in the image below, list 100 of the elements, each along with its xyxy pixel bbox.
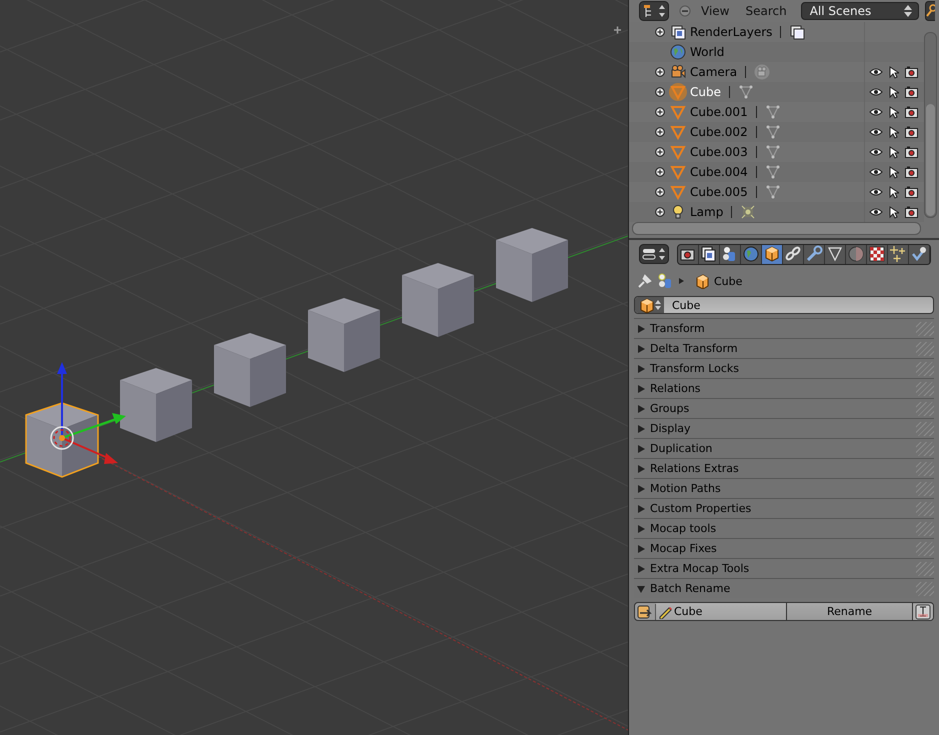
panel-header[interactable]: Relations Extras	[634, 458, 934, 478]
panel-header[interactable]: Mocap tools	[634, 518, 934, 538]
outliner-item[interactable]: Camera	[690, 65, 738, 79]
drag-grip-icon[interactable]	[916, 482, 934, 496]
outliner-item[interactable]: Lamp	[690, 205, 724, 219]
triangle-vertices-icon[interactable]	[764, 104, 781, 120]
drag-grip-icon[interactable]	[916, 402, 934, 416]
rename-field[interactable]: Cube	[656, 603, 787, 620]
triangle-vertices-icon[interactable]	[764, 164, 781, 180]
expand-icon[interactable]	[655, 27, 665, 37]
expand-icon[interactable]	[655, 107, 665, 117]
camera-icon[interactable]	[905, 66, 918, 78]
horizontal-scrollbar[interactable]	[632, 222, 921, 235]
outliner-item[interactable]: RenderLayers	[690, 25, 772, 39]
camera-icon[interactable]	[905, 146, 918, 158]
cursor-icon[interactable]	[889, 106, 899, 118]
editor-type-button[interactable]	[639, 244, 669, 264]
cube-drawing[interactable]	[308, 298, 380, 372]
camera-icon[interactable]	[905, 106, 918, 118]
outliner-item[interactable]: Cube.001	[690, 105, 748, 119]
properties-tab[interactable]	[699, 244, 720, 264]
cube-drawing[interactable]	[120, 368, 192, 442]
properties-tab[interactable]	[678, 244, 699, 264]
outliner-item[interactable]: Cube.004	[690, 165, 748, 179]
camera-icon[interactable]	[670, 64, 686, 80]
drag-grip-icon[interactable]	[916, 562, 934, 576]
drag-grip-icon[interactable]	[916, 542, 934, 556]
eye-icon[interactable]	[869, 147, 883, 157]
drag-grip-icon[interactable]	[916, 362, 934, 376]
camera-icon[interactable]	[905, 206, 918, 218]
triangle-vertices-icon[interactable]	[764, 144, 781, 160]
cube-drawing[interactable]	[25, 402, 99, 478]
transform-gizmo[interactable]	[50, 362, 126, 464]
triangle-vertices-icon[interactable]	[764, 184, 781, 200]
panel-header[interactable]: Extra Mocap Tools	[634, 558, 934, 578]
drag-grip-icon[interactable]	[916, 382, 934, 396]
layers-icon[interactable]	[670, 24, 686, 40]
layers-icon[interactable]	[789, 24, 806, 40]
drag-grip-icon[interactable]	[916, 582, 934, 596]
cursor-icon[interactable]	[889, 206, 899, 218]
eye-icon[interactable]	[869, 67, 883, 77]
outliner-item[interactable]: Cube.002	[690, 125, 748, 139]
rename-icon[interactable]	[635, 604, 656, 620]
outliner-item[interactable]: Cube.003	[690, 145, 748, 159]
cube-drawing[interactable]	[402, 263, 474, 337]
properties-tab[interactable]	[867, 244, 888, 264]
plus-icon[interactable]	[614, 26, 621, 34]
panel-header[interactable]: Motion Paths	[634, 478, 934, 498]
expand-icon[interactable]	[655, 127, 665, 137]
camera-icon[interactable]	[905, 126, 918, 138]
collapse-icon[interactable]	[679, 5, 691, 17]
properties-tab[interactable]	[720, 244, 741, 264]
rename-button[interactable]: Rename	[787, 603, 913, 620]
cube-drawing[interactable]	[214, 333, 286, 407]
menu-item[interactable]: View	[695, 4, 736, 18]
vertical-scrollbar[interactable]	[924, 32, 937, 218]
panel-header[interactable]: Transform Locks	[634, 358, 934, 378]
menu-item[interactable]: Search	[739, 4, 793, 18]
cursor-icon[interactable]	[889, 126, 899, 138]
light-icon[interactable]	[740, 204, 756, 220]
panel-header[interactable]: Batch Rename	[634, 578, 934, 598]
cursor-icon[interactable]	[889, 66, 899, 78]
properties-tab[interactable]	[804, 244, 825, 264]
globe-icon[interactable]	[670, 44, 686, 60]
triangle-vertices-icon[interactable]	[738, 84, 754, 100]
camera-icon[interactable]	[905, 166, 918, 178]
eye-icon[interactable]	[869, 187, 883, 197]
search-icon[interactable]	[924, 1, 935, 21]
drag-grip-icon[interactable]	[916, 502, 934, 516]
expand-icon[interactable]	[655, 207, 665, 217]
panel-header[interactable]: Groups	[634, 398, 934, 418]
eye-icon[interactable]	[869, 107, 883, 117]
properties-tab[interactable]	[762, 244, 783, 264]
properties-tab[interactable]	[909, 244, 930, 264]
cursor-icon[interactable]	[889, 146, 899, 158]
expand-icon[interactable]	[655, 87, 665, 97]
eye-icon[interactable]	[869, 207, 883, 217]
3d-viewport[interactable]	[0, 0, 629, 735]
drag-grip-icon[interactable]	[916, 462, 934, 476]
eye-icon[interactable]	[869, 127, 883, 137]
panel-header[interactable]: Transform	[634, 318, 934, 338]
drag-grip-icon[interactable]	[916, 522, 934, 536]
panel-header[interactable]: Mocap Fixes	[634, 538, 934, 558]
expand-icon[interactable]	[655, 147, 665, 157]
expand-icon[interactable]	[655, 167, 665, 177]
panel-header[interactable]: Relations	[634, 378, 934, 398]
panel-header[interactable]: Display	[634, 418, 934, 438]
pin-icon[interactable]	[637, 273, 653, 289]
camera-icon[interactable]	[905, 186, 918, 198]
text-cursor-icon[interactable]	[913, 604, 933, 620]
outliner-item[interactable]: World	[690, 45, 724, 59]
drag-grip-icon[interactable]	[916, 422, 934, 436]
panel-header[interactable]: Duplication	[634, 438, 934, 458]
outliner-item[interactable]: Cube	[690, 85, 721, 99]
expand-icon[interactable]	[655, 187, 665, 197]
object-name-field[interactable]: Cube	[634, 296, 934, 314]
panel-header[interactable]: Delta Transform	[634, 338, 934, 358]
eye-icon[interactable]	[869, 87, 883, 97]
display-mode-button[interactable]	[639, 1, 669, 21]
drag-grip-icon[interactable]	[916, 322, 934, 336]
